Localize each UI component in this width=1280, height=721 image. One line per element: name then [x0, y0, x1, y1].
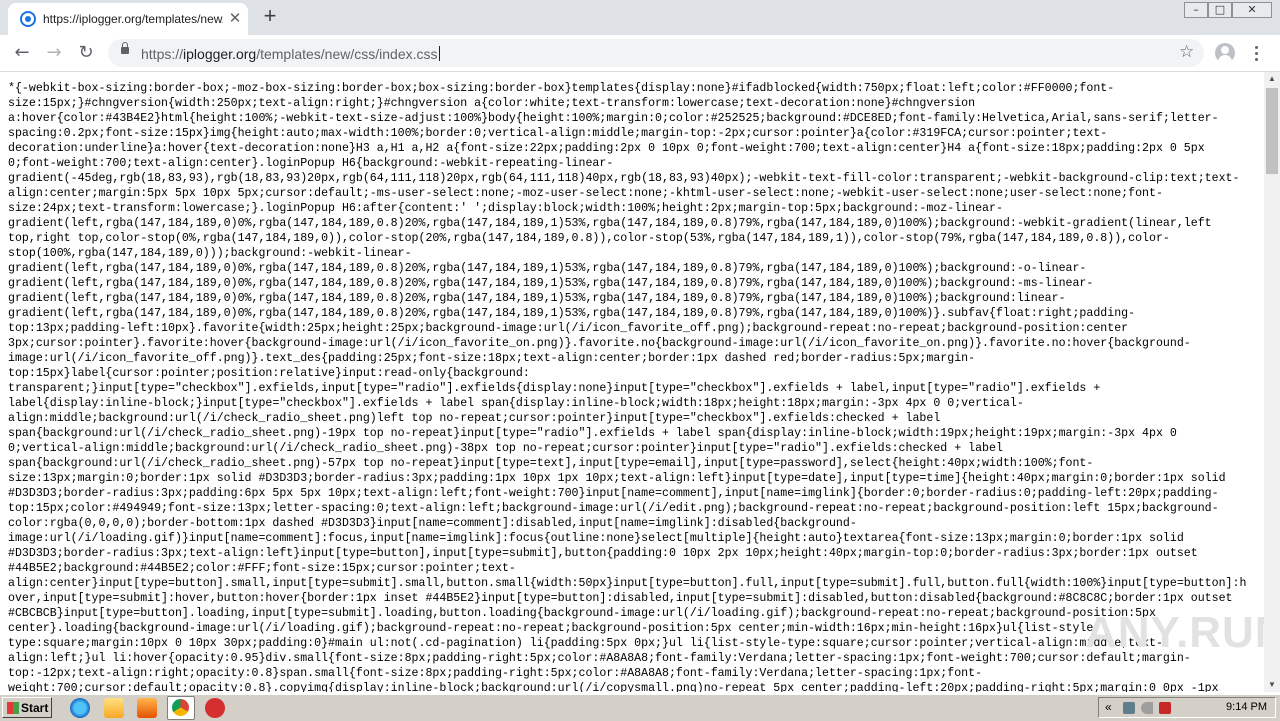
clock[interactable]: 9:14 PM — [1226, 701, 1267, 713]
code-line: gradient(left,rgba(147,184,189,0)0%,rgba… — [8, 217, 1212, 230]
code-line: 3px;cursor:pointer}.favorite:hover{backg… — [8, 337, 1191, 350]
scroll-up-arrow-icon[interactable]: ▲ — [1264, 72, 1280, 86]
lock-icon[interactable] — [121, 42, 129, 54]
menu-kebab-icon[interactable] — [1252, 43, 1262, 63]
code-line: #D3D3D3;border-radius:3px;text-align:lef… — [8, 547, 1198, 560]
back-button[interactable]: ← — [9, 40, 35, 66]
code-line: stop(100%,rgba(147,184,189,0)));backgrou… — [8, 247, 412, 260]
code-line: color:rgba(0,0,0,0);border-bottom:1px da… — [8, 517, 857, 530]
vertical-scrollbar[interactable]: ▲ ▼ — [1264, 72, 1280, 692]
code-line: spacing:0.2px;font-size:15px}img{height:… — [8, 127, 1108, 140]
windows-taskbar: Start « 9:14 PM — [0, 694, 1280, 721]
start-label: Start — [21, 701, 49, 715]
system-tray: « 9:14 PM — [1098, 697, 1276, 718]
code-line: 0;font-weight:700;text-align:center}.log… — [8, 157, 614, 170]
code-line: transparent;}input[type="checkbox"].exfi… — [8, 382, 1101, 395]
code-line: #44B5E2;background:#44B5E2;color:#FFF;fo… — [8, 562, 516, 575]
url-host: iplogger.org — [183, 46, 257, 62]
tab-close-icon[interactable]: ✕ — [226, 10, 244, 28]
windows-flag-icon — [7, 702, 19, 714]
code-line: 0;vertical-align:middle;background:url(/… — [8, 442, 1003, 455]
code-line: image:url(/i/loading.gif)}input[name=com… — [8, 532, 1184, 545]
code-line: #D3D3D3;border-radius:3px;padding:6px 5p… — [8, 487, 1219, 500]
media-player-icon[interactable] — [137, 698, 157, 718]
code-line: decoration:underline}a:hover{text-decora… — [8, 142, 1205, 155]
tray-expand-icon[interactable]: « — [1105, 700, 1117, 714]
minimize-button[interactable]: – — [1184, 2, 1208, 18]
page-content: *{-webkit-box-sizing:border-box;-moz-box… — [0, 72, 1264, 692]
code-line: size:13px;margin:0;border:1px solid #D3D… — [8, 472, 1226, 485]
start-button[interactable]: Start — [2, 697, 52, 718]
scroll-down-arrow-icon[interactable]: ▼ — [1264, 678, 1280, 692]
code-line: top:15px;color:#494949;font-size:13px;le… — [8, 502, 1219, 515]
new-tab-button[interactable]: + — [258, 5, 282, 29]
code-line: top,right top,color-stop(0%,rgba(147,184… — [8, 232, 1170, 245]
action-center-icon[interactable] — [1159, 702, 1171, 714]
code-line: over,input[type=submit]:hover,button:hov… — [8, 592, 1233, 605]
close-window-button[interactable]: ✕ — [1232, 2, 1272, 18]
text-caret — [438, 46, 440, 61]
bookmark-star-icon[interactable]: ☆ — [1179, 42, 1194, 62]
chrome-taskbar-button[interactable] — [167, 696, 195, 720]
maximize-button[interactable]: □ — [1208, 2, 1232, 18]
code-line: align:center;margin:5px 5px 10px 5px;cur… — [8, 187, 1163, 200]
volume-icon[interactable] — [1141, 702, 1153, 714]
file-explorer-icon[interactable] — [104, 698, 124, 718]
css-source-text: *{-webkit-box-sizing:border-box;-moz-box… — [0, 72, 1258, 692]
code-line: top:15px}label{cursor:pointer;position:r… — [8, 367, 530, 380]
code-line: gradient(-45deg,rgb(18,83,93),rgb(18,83,… — [8, 172, 1240, 185]
code-line: align:center}input[type=button].small,in… — [8, 577, 1247, 590]
code-line: a:hover{color:#43B4E2}html{height:100%;-… — [8, 112, 1219, 125]
profile-avatar-icon[interactable] — [1215, 43, 1235, 63]
code-line: size:15px;}#chngversion{width:250px;text… — [8, 97, 976, 110]
tab-strip: https://iplogger.org/templates/new/css/i… — [0, 0, 1280, 35]
tab-title: https://iplogger.org/templates/new/css/i… — [43, 12, 223, 26]
code-line: top:-12px;text-align:right;opacity:0.8}s… — [8, 667, 983, 680]
code-line: label{display:inline-block;}input[type="… — [8, 397, 1024, 410]
tab-favicon-icon — [20, 11, 36, 27]
forward-button[interactable]: → — [41, 40, 67, 66]
code-line: gradient(left,rgba(147,184,189,0)0%,rgba… — [8, 262, 1087, 275]
code-line: center}.loading{background-image:url(/i/… — [8, 622, 1101, 635]
code-line: *{-webkit-box-sizing:border-box;-moz-box… — [8, 82, 1115, 95]
code-line: weight:700;cursor:default;opacity:0.8}.c… — [8, 682, 1219, 692]
browser-tab[interactable]: https://iplogger.org/templates/new/css/i… — [8, 3, 248, 35]
reload-button[interactable]: ↻ — [73, 40, 99, 66]
code-line: gradient(left,rgba(147,184,189,0)0%,rgba… — [8, 277, 1094, 290]
code-line: #CBCBCB}input[type=button].loading,input… — [8, 607, 1156, 620]
internet-explorer-icon[interactable] — [70, 698, 90, 718]
code-line: gradient(left,rgba(147,184,189,0)0%,rgba… — [8, 292, 1066, 305]
code-line: span{background:url(/i/check_radio_sheet… — [8, 427, 1177, 440]
network-icon[interactable] — [1123, 702, 1135, 714]
code-line: image:url(/i/icon_favorite_off.png)}.tex… — [8, 352, 976, 365]
url-text[interactable]: https://iplogger.org/templates/new/css/i… — [141, 46, 440, 62]
chrome-icon — [172, 699, 189, 716]
url-path: /templates/new/css/index.css — [256, 46, 438, 62]
url-scheme: https:// — [141, 46, 184, 62]
browser-toolbar: ← → ↻ https://iplogger.org/templates/new… — [0, 35, 1280, 72]
code-line: align:middle;background:url(/i/check_rad… — [8, 412, 941, 425]
code-line: align:left;}ul li:hover{opacity:0.95}div… — [8, 652, 1191, 665]
code-line: span{background:url(/i/check_radio_sheet… — [8, 457, 1094, 470]
opera-icon[interactable] — [205, 698, 225, 718]
code-line: size:24px;text-transform:lowercase;}.log… — [8, 202, 1003, 215]
code-line: type:square;margin:10px 0 10px 30px;padd… — [8, 637, 1163, 650]
scroll-thumb[interactable] — [1266, 88, 1278, 174]
address-bar[interactable]: https://iplogger.org/templates/new/css/i… — [108, 39, 1204, 67]
code-line: top:13px;padding-left:10px}.favorite{wid… — [8, 322, 1129, 335]
code-line: gradient(left,rgba(147,184,189,0)0%,rgba… — [8, 307, 1136, 320]
